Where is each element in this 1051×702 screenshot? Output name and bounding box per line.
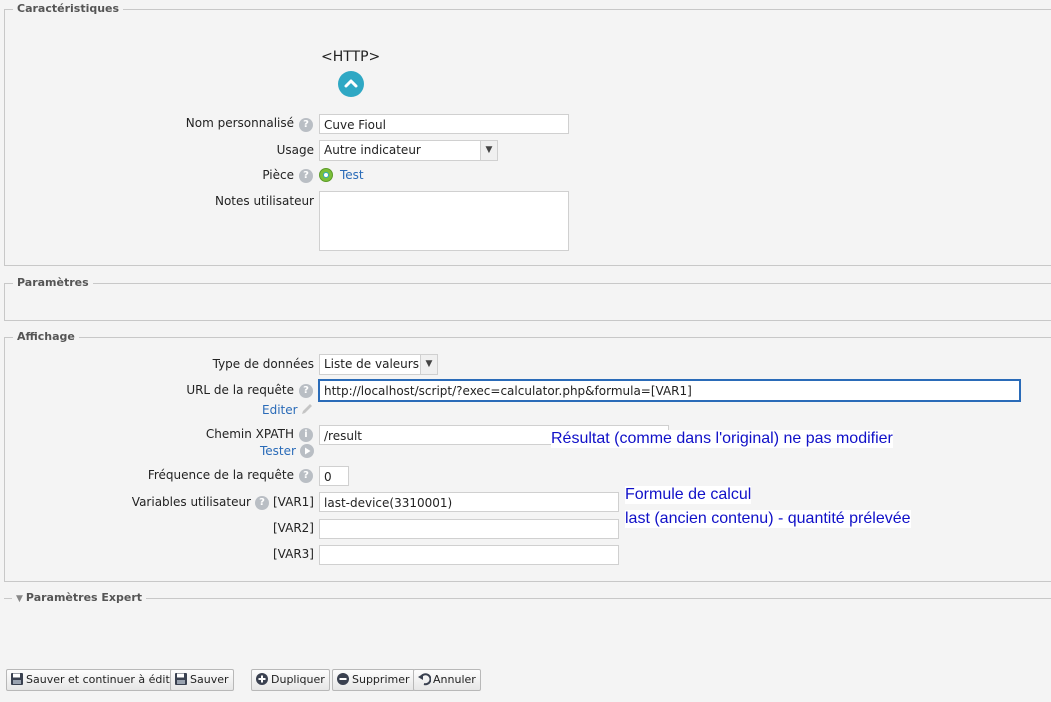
- duplicate-button[interactable]: Dupliquer: [251, 669, 330, 691]
- collapse-up-icon[interactable]: [338, 71, 364, 97]
- notes-label: Notes utilisateur: [214, 194, 314, 208]
- xpath-help-icon[interactable]: i: [299, 428, 313, 442]
- nom-help-icon[interactable]: ?: [299, 118, 313, 132]
- caret-down-icon: ▼: [16, 594, 23, 604]
- vars-label: Variables utilisateur: [131, 495, 251, 509]
- var1-input[interactable]: last-device(3310001): [319, 492, 619, 512]
- parametres-section: Paramètres: [4, 276, 1051, 321]
- piece-help-icon[interactable]: ?: [299, 169, 313, 183]
- url-label: URL de la requête: [186, 383, 294, 397]
- usage-label: Usage: [276, 143, 314, 157]
- pencil-icon[interactable]: [300, 402, 314, 419]
- duplicate-label: Dupliquer: [271, 673, 325, 686]
- formula-annotation-line1: Formule de calcul: [625, 486, 752, 504]
- delete-button[interactable]: Supprimer: [332, 669, 415, 691]
- url-help-icon[interactable]: ?: [299, 384, 313, 398]
- expert-legend-label: Paramètres Expert: [25, 591, 143, 604]
- save-label: Sauver: [190, 673, 229, 686]
- affichage-legend: Affichage: [13, 330, 79, 343]
- type-label: Type de données: [212, 357, 314, 371]
- undo-icon: [417, 672, 432, 686]
- usage-value: Autre indicateur: [324, 143, 421, 157]
- var3-label: [VAR3]: [273, 547, 314, 561]
- var3-input[interactable]: [319, 545, 619, 565]
- save-continue-label: Sauver et continuer à éditer: [26, 673, 182, 686]
- delete-label: Supprimer: [352, 673, 410, 686]
- vars-help-icon[interactable]: ?: [255, 496, 269, 510]
- chevron-down-icon: ▼: [480, 141, 497, 160]
- minus-circle-icon: [336, 672, 350, 686]
- piece-link[interactable]: Test: [340, 168, 364, 182]
- var1-label: [VAR1]: [273, 495, 314, 509]
- play-icon[interactable]: [300, 444, 314, 458]
- nom-label: Nom personnalisé: [185, 116, 294, 130]
- tester-link[interactable]: Tester: [260, 444, 296, 458]
- notes-textarea[interactable]: [319, 191, 569, 251]
- nom-input[interactable]: Cuve Fioul: [319, 114, 569, 134]
- expert-divider: [4, 598, 1051, 599]
- usage-select[interactable]: Autre indicateur ▼: [319, 140, 498, 161]
- chevron-down-icon: ▼: [420, 355, 437, 374]
- caracteristiques-legend: Caractéristiques: [13, 2, 124, 15]
- piece-label: Pièce: [262, 168, 294, 182]
- type-value: Liste de valeurs: [324, 357, 419, 371]
- url-input[interactable]: http://localhost/script/?exec=calculator…: [318, 379, 1021, 402]
- freq-help-icon[interactable]: ?: [299, 469, 313, 483]
- type-select[interactable]: Liste de valeurs ▼: [319, 354, 438, 375]
- editer-link[interactable]: Editer: [262, 403, 298, 417]
- xpath-label: Chemin XPATH: [205, 427, 294, 441]
- freq-label: Fréquence de la requête: [147, 468, 294, 482]
- cancel-button[interactable]: Annuler: [413, 669, 481, 691]
- floppy-icon: [10, 672, 24, 686]
- save-continue-button[interactable]: Sauver et continuer à éditer: [6, 669, 187, 691]
- formula-annotation-line2: last (ancien contenu) - quantité prélevé…: [625, 510, 911, 528]
- save-button[interactable]: Sauver: [170, 669, 234, 691]
- room-icon: [319, 168, 333, 182]
- expert-legend[interactable]: ▼ Paramètres Expert: [12, 591, 147, 604]
- freq-input[interactable]: 0: [319, 466, 349, 486]
- var2-label: [VAR2]: [273, 521, 314, 535]
- xpath-annotation: Résultat (comme dans l'original) ne pas …: [551, 430, 893, 448]
- plus-circle-icon: [255, 672, 269, 686]
- var2-input[interactable]: [319, 519, 619, 539]
- parametres-legend: Paramètres: [13, 276, 93, 289]
- device-type-title: <HTTP>: [321, 49, 381, 65]
- cancel-label: Annuler: [433, 673, 476, 686]
- floppy-icon: [174, 672, 188, 686]
